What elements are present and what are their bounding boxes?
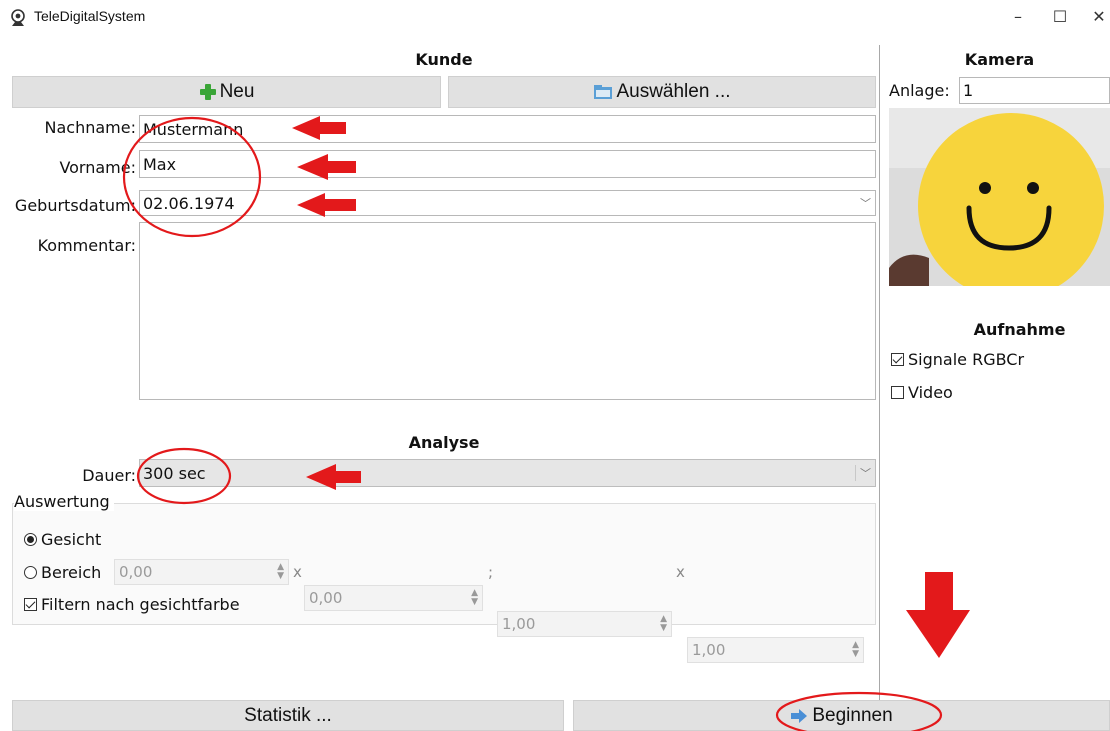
annotation-arrow-down [906,572,970,658]
annotation-ellipse [122,116,262,238]
annotation-overlay [122,116,970,731]
annotation-arrow-left [292,116,346,140]
annotation-arrow-left [306,464,361,490]
annotation-arrow-left [297,154,356,180]
annotation-ellipse [136,447,232,505]
annotation-arrow-left [297,193,356,217]
annotation-ellipse [775,691,943,731]
